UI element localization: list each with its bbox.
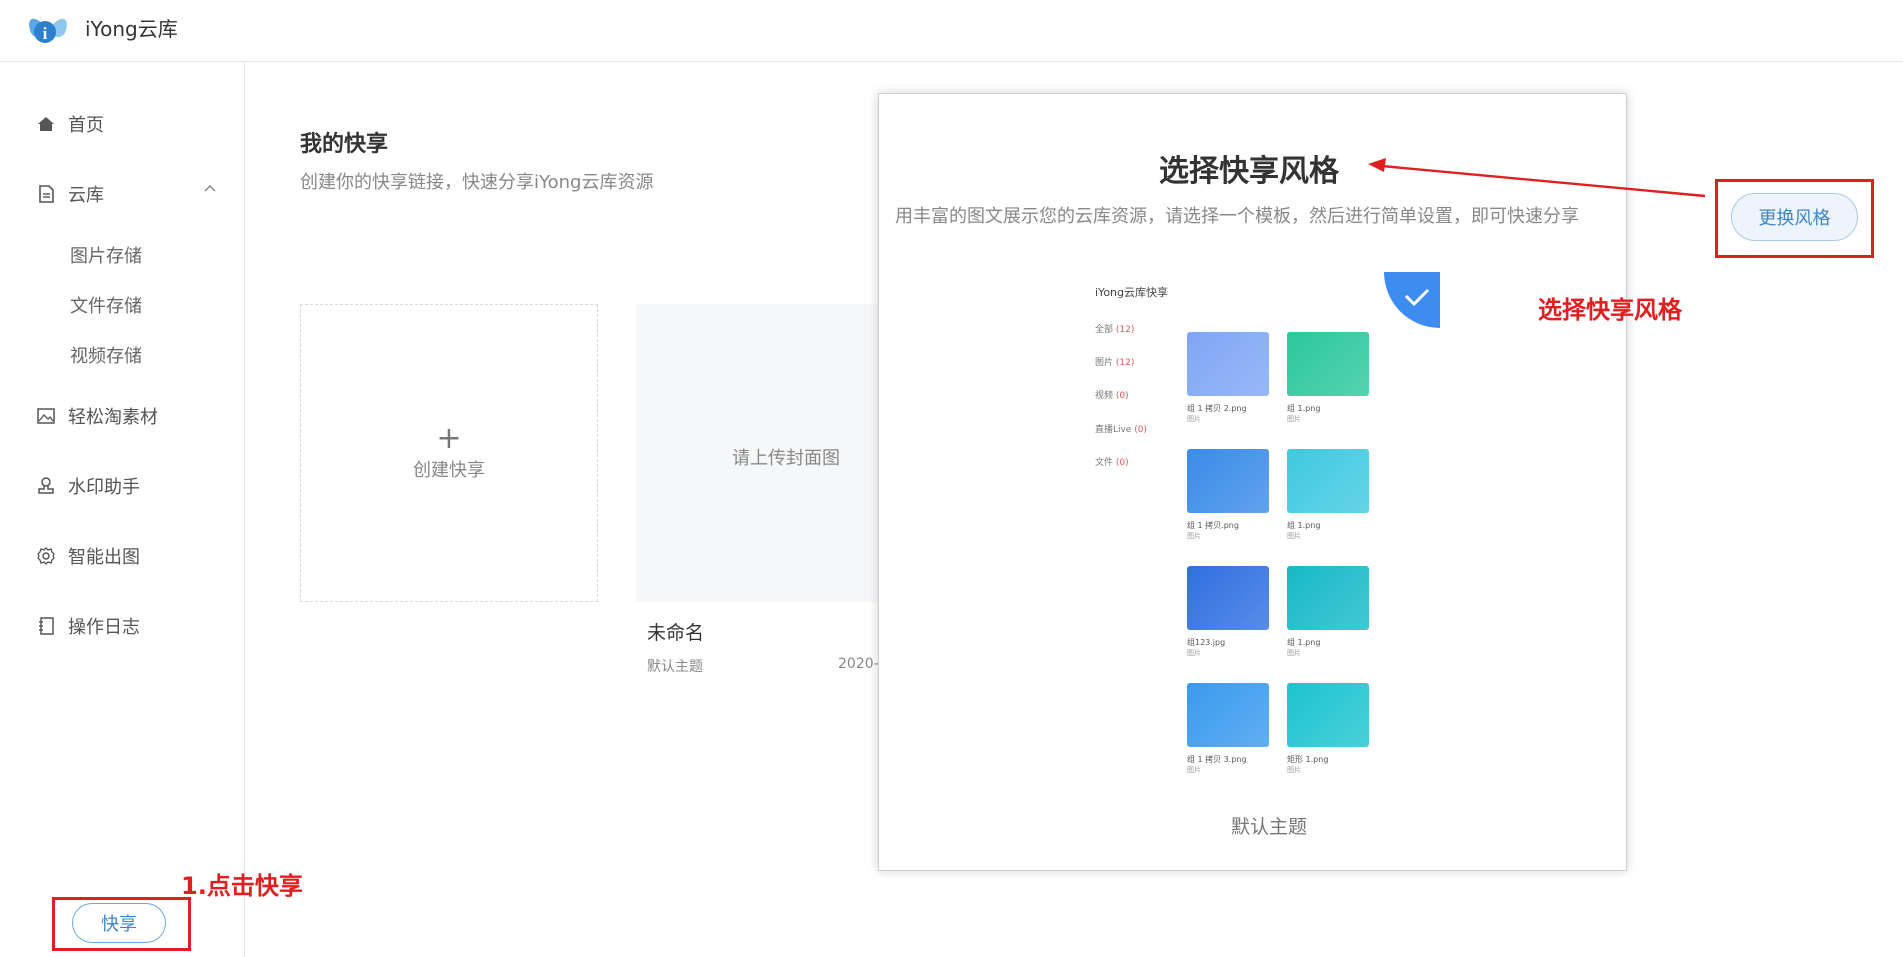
preview-thumbnail[interactable] [1287, 449, 1369, 513]
theme-preview[interactable]: iYong云库快享 全部 (12) 图片 (12) 视频 (0) 直播Live … [1095, 272, 1440, 792]
thumbnail-type: 图片 [1187, 649, 1201, 657]
thumbnail-name: 组 1.png [1287, 404, 1321, 413]
thumbnail-name: 组123.jpg [1187, 638, 1226, 647]
document-icon [36, 184, 56, 204]
sidebar-item-materials[interactable]: 轻松淘素材 [36, 402, 158, 430]
thumbnail-name: 组 1.png [1287, 521, 1321, 530]
preview-category: 文件 (0) [1095, 458, 1129, 468]
thumbnail-type: 图片 [1287, 766, 1301, 774]
sidebar-item-label: 轻松淘素材 [68, 407, 158, 428]
share-name[interactable]: 未命名 [647, 618, 704, 645]
annotation-choose-style: 选择快享风格 [1538, 296, 1682, 324]
sidebar-item-label: 水印助手 [68, 477, 140, 498]
sidebar-item-label: 首页 [68, 115, 104, 136]
thumbnail-type: 图片 [1187, 415, 1201, 423]
stamp-icon [36, 476, 56, 496]
preview-thumbnail[interactable] [1187, 566, 1269, 630]
sidebar-item-image-storage[interactable]: 图片存储 [70, 242, 142, 268]
preview-thumbnail[interactable] [1287, 566, 1369, 630]
annotation-box-share [52, 897, 191, 951]
preview-thumbnail[interactable] [1287, 332, 1369, 396]
notebook-icon [36, 616, 56, 636]
theme-name: 默认主题 [1230, 816, 1307, 838]
preview-thumbnail[interactable] [1187, 683, 1269, 747]
preview-title: iYong云库快享 [1095, 286, 1168, 299]
sidebar-item-label: 操作日志 [68, 617, 140, 638]
thumbnail-type: 图片 [1187, 532, 1201, 540]
sidebar-item-watermark[interactable]: 水印助手 [36, 472, 140, 500]
sidebar-item-home[interactable]: 首页 [36, 110, 104, 138]
thumbnail-type: 图片 [1287, 532, 1301, 540]
thumbnail-name: 组 1.png [1287, 638, 1321, 647]
thumbnail-name: 组 1 拷贝 3.png [1187, 755, 1247, 764]
thumbnail-name: 矩形 1.png [1287, 755, 1329, 764]
preview-thumbnail[interactable] [1187, 449, 1269, 513]
selected-check-icon [1384, 272, 1440, 328]
preview-category: 视频 (0) [1095, 391, 1129, 401]
cover-upload-hint: 请上传封面图 [732, 448, 840, 469]
thumbnail-name: 组 1 拷贝 2.png [1187, 404, 1247, 413]
image-icon [36, 406, 56, 426]
home-icon [36, 114, 56, 134]
app-logo-icon[interactable]: i [26, 10, 70, 50]
sidebar-item-label: 智能出图 [68, 547, 140, 568]
share-theme: 默认主题 [647, 659, 703, 675]
gear-icon [36, 546, 56, 566]
sidebar-item-smart-image[interactable]: 智能出图 [36, 542, 140, 570]
svg-text:i: i [43, 24, 48, 43]
page-title: 我的快享 [300, 132, 389, 157]
sidebar-item-cloud[interactable]: 云库 [36, 180, 104, 208]
preview-category: 直播Live (0) [1095, 425, 1148, 435]
sidebar: 首页 云库 图片存储 文件存储 视频存储 轻松淘素材 水印助手 智能出图 操作日… [0, 62, 245, 957]
page-subtitle: 创建你的快享链接，快速分享iYong云库资源 [300, 172, 654, 193]
share-cover-card[interactable]: 请上传封面图 [636, 304, 880, 602]
sidebar-item-label: 云库 [68, 185, 104, 206]
sidebar-item-logs[interactable]: 操作日志 [36, 612, 140, 640]
create-share-label: 创建快享 [413, 460, 485, 481]
plus-icon: + [436, 421, 462, 456]
thumbnail-type: 图片 [1187, 766, 1201, 774]
thumbnail-type: 图片 [1287, 649, 1301, 657]
share-date: 2020- [838, 656, 879, 672]
sidebar-item-file-storage[interactable]: 文件存储 [70, 292, 142, 318]
thumbnail-type: 图片 [1287, 415, 1301, 423]
thumbnail-name: 组 1 拷贝.png [1187, 521, 1239, 530]
annotation-arrow [1368, 158, 1706, 198]
preview-category: 全部 (12) [1095, 325, 1135, 335]
app-title: iYong云库 [85, 17, 178, 41]
chevron-up-icon[interactable] [203, 183, 217, 193]
preview-thumbnail[interactable] [1187, 332, 1269, 396]
sidebar-item-video-storage[interactable]: 视频存储 [70, 342, 142, 368]
create-share-card[interactable]: + 创建快享 [300, 304, 598, 602]
preview-category: 图片 (12) [1095, 358, 1135, 368]
change-style-button[interactable]: 更换风格 [1731, 193, 1858, 241]
app-header [0, 0, 1903, 62]
preview-thumbnail[interactable] [1287, 683, 1369, 747]
annotation-step1: 1.点击快享 [181, 872, 303, 900]
